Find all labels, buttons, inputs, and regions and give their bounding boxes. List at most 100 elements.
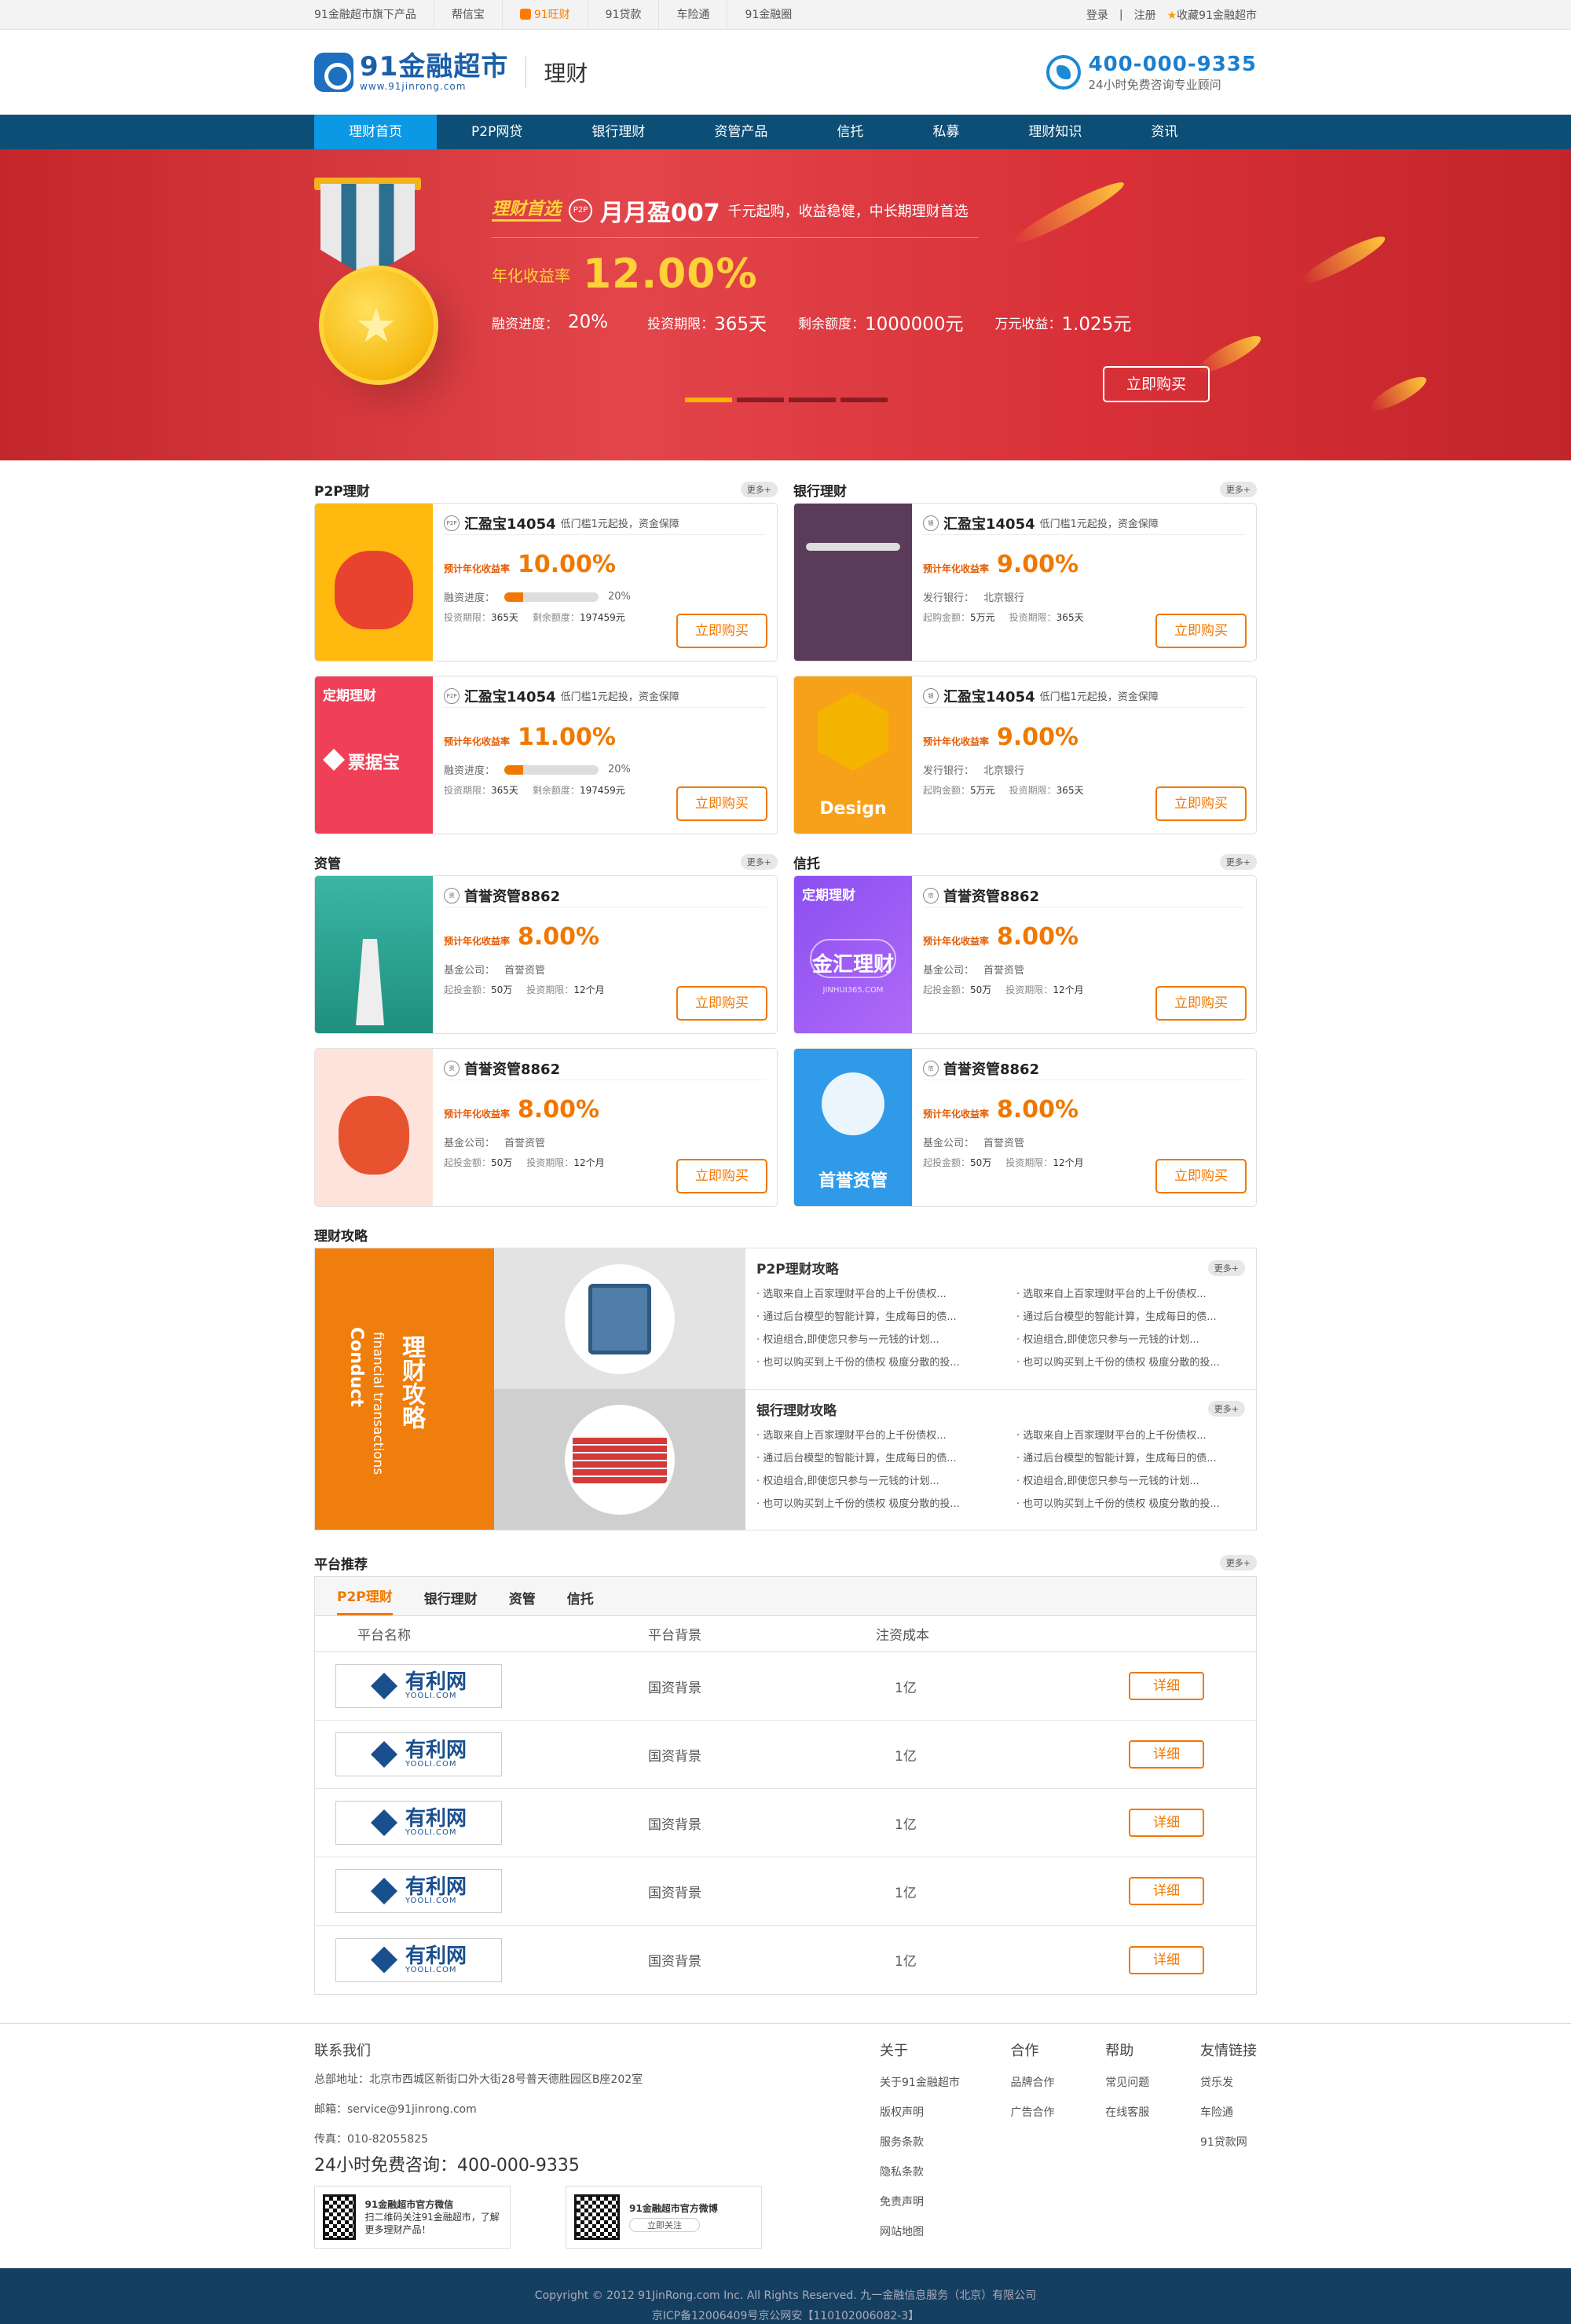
strategy-item-link[interactable]: · 通过后台模型的智能计算，生成每日的债... — [1016, 1450, 1245, 1464]
nav-item-knowledge[interactable]: 理财知识 — [994, 115, 1116, 149]
register-link[interactable]: 注册 — [1134, 7, 1156, 23]
carousel-dot[interactable] — [789, 398, 836, 402]
more-button[interactable]: 更多+ — [1219, 1555, 1257, 1571]
nav-item-p2p[interactable]: P2P网贷 — [437, 115, 557, 149]
tab-asset[interactable]: 资管 — [509, 1588, 536, 1615]
buy-button[interactable]: 立即购买 — [1155, 786, 1247, 821]
product-link-wangcai[interactable]: 91旺财 — [501, 0, 588, 30]
buy-button[interactable]: 立即购买 — [676, 986, 767, 1021]
buy-button[interactable]: 立即购买 — [1155, 1159, 1247, 1193]
site-logo[interactable]: 91金融超市 www.91jinrong.com 理财 — [314, 53, 588, 92]
nav-item-asset[interactable]: 资管产品 — [679, 115, 802, 149]
strategy-item-link[interactable]: · 通过后台模型的智能计算，生成每日的债... — [1016, 1308, 1245, 1323]
buy-button[interactable]: 立即购买 — [1155, 986, 1247, 1021]
more-button[interactable]: 更多+ — [1207, 1259, 1245, 1276]
footer-link[interactable]: 隐私条款 — [880, 2164, 960, 2179]
banner-product-name[interactable]: 月月盈007 — [600, 193, 720, 228]
strategy-item-link[interactable]: · 选取来自上百家理财平台的上千份债权... — [1016, 1285, 1245, 1300]
footer-link[interactable]: 91贷款网 — [1200, 2134, 1257, 2150]
product-card[interactable]: 银汇盈宝14054 低门槛1元起投，资金保障 预计年化收益率 9.00% 发行银行： 北京… — [793, 503, 1257, 662]
more-button[interactable]: 更多+ — [1219, 482, 1257, 497]
buy-button[interactable]: 立即购买 — [1155, 614, 1247, 648]
footer-link[interactable]: 贷乐发 — [1200, 2074, 1257, 2090]
strategy-item-link[interactable]: · 也可以购买到上千份的债权 极度分散的投... — [1016, 1495, 1245, 1510]
product-name[interactable]: 汇盈宝14054 — [943, 686, 1035, 706]
footer-link[interactable]: 车险通 — [1200, 2104, 1257, 2120]
product-name[interactable]: 首誉资管8862 — [464, 885, 560, 906]
detail-button[interactable]: 详细 — [1129, 1809, 1204, 1837]
strategy-item-link[interactable]: · 选取来自上百家理财平台的上千份债权... — [756, 1285, 985, 1300]
carousel-dot[interactable] — [737, 398, 784, 402]
detail-button[interactable]: 详细 — [1129, 1672, 1204, 1700]
product-name[interactable]: 汇盈宝14054 — [464, 686, 556, 706]
detail-button[interactable]: 详细 — [1129, 1740, 1204, 1769]
product-link-chexian[interactable]: 车险通 — [658, 0, 727, 30]
product-link-daikuan[interactable]: 91贷款 — [587, 0, 659, 30]
more-button[interactable]: 更多+ — [740, 854, 778, 870]
product-name[interactable]: 汇盈宝14054 — [464, 513, 556, 533]
platform-logo[interactable]: 有利网 YOOLI.COM — [335, 1664, 502, 1708]
strategy-item-link[interactable]: · 选取来自上百家理财平台的上千份债权... — [1016, 1427, 1245, 1442]
strategy-item-link[interactable]: · 权迫组合,即使您只参与一元钱的计划... — [756, 1472, 985, 1487]
detail-button[interactable]: 详细 — [1129, 1945, 1204, 1974]
platform-logo[interactable]: 有利网 YOOLI.COM — [335, 1869, 502, 1913]
strategy-item-link[interactable]: · 通过后台模型的智能计算，生成每日的债... — [756, 1308, 985, 1323]
product-link-jinrongquan[interactable]: 91金融圈 — [727, 0, 809, 30]
product-card[interactable]: 首誉资管信首誉资管8862 预计年化收益率 8.00% 基金公司： 首誉资管 起投金额：5… — [793, 1048, 1257, 1207]
strategy-item-link[interactable]: · 权迫组合,即使您只参与一元钱的计划... — [1016, 1331, 1245, 1346]
tab-bank[interactable]: 银行理财 — [424, 1588, 478, 1615]
nav-item-trust[interactable]: 信托 — [802, 115, 898, 149]
product-link-bangxinbao[interactable]: 帮信宝 — [433, 0, 502, 30]
footer-link[interactable]: 关于91金融超市 — [880, 2074, 960, 2090]
footer-link[interactable]: 品牌合作 — [1011, 2074, 1055, 2090]
strategy-item-link[interactable]: · 也可以购买到上千份的债权 极度分散的投... — [1016, 1354, 1245, 1369]
footer-link[interactable]: 网站地图 — [880, 2223, 960, 2239]
product-card[interactable]: Design 银汇盈宝14054 低门槛1元起投，资金保障 预计年化收益率 9.00% 发… — [793, 676, 1257, 834]
product-name[interactable]: 首誉资管8862 — [464, 1058, 560, 1079]
strategy-item-link[interactable]: · 也可以购买到上千份的债权 极度分散的投... — [756, 1354, 985, 1369]
more-button[interactable]: 更多+ — [1207, 1401, 1245, 1417]
footer-link[interactable]: 免责声明 — [880, 2194, 960, 2209]
nav-item-home[interactable]: 理财首页 — [314, 115, 437, 149]
carousel-dot[interactable] — [685, 398, 732, 402]
nav-item-bank[interactable]: 银行理财 — [557, 115, 679, 149]
strategy-item-link[interactable]: · 通过后台模型的智能计算，生成每日的债... — [756, 1450, 985, 1464]
more-button[interactable]: 更多+ — [740, 482, 778, 497]
hero-banner[interactable]: ★ 理财首选 P2P 月月盈007 千元起购，收益稳健，中长期理财首选 年化收益… — [0, 149, 1571, 460]
banner-buy-button[interactable]: 立即购买 — [1103, 366, 1210, 402]
product-name[interactable]: 汇盈宝14054 — [943, 513, 1035, 533]
buy-button[interactable]: 立即购买 — [676, 1159, 767, 1193]
buy-button[interactable]: 立即购买 — [676, 786, 767, 821]
strategy-item-link[interactable]: · 选取来自上百家理财平台的上千份债权... — [756, 1427, 985, 1442]
product-card[interactable]: P2P 汇盈宝14054 低门槛1元起投，资金保障 预计年化收益率 10.00% 融资进度… — [314, 503, 778, 662]
product-name[interactable]: 首誉资管8862 — [943, 1058, 1039, 1079]
login-link[interactable]: 登录 — [1086, 7, 1108, 23]
strategy-item-link[interactable]: · 也可以购买到上千份的债权 极度分散的投... — [756, 1495, 985, 1510]
footer-link[interactable]: 版权声明 — [880, 2104, 960, 2120]
tab-p2p[interactable]: P2P理财 — [337, 1585, 393, 1615]
product-card[interactable]: 定期理财 票据宝 P2P 汇盈宝14054 低门槛1元起投，资金保障 预计年化收益率 11.… — [314, 676, 778, 834]
product-card[interactable]: 资首誉资管8862 预计年化收益率 8.00% 基金公司： 首誉资管 起投金额：50万 投资… — [314, 875, 778, 1034]
footer-link[interactable]: 广告合作 — [1011, 2104, 1055, 2120]
nav-item-private[interactable]: 私募 — [898, 115, 994, 149]
platform-logo[interactable]: 有利网 YOOLI.COM — [335, 1732, 502, 1776]
platform-logo[interactable]: 有利网 YOOLI.COM — [335, 1937, 502, 1982]
weibo-follow-button[interactable]: 立即关注 — [629, 2218, 700, 2232]
footer-link[interactable]: 服务条款 — [880, 2134, 960, 2150]
footer-link[interactable]: 常见问题 — [1105, 2074, 1149, 2090]
strategy-item-link[interactable]: · 权迫组合,即使您只参与一元钱的计划... — [756, 1331, 985, 1346]
buy-button[interactable]: 立即购买 — [676, 614, 767, 648]
product-card[interactable]: 定期理财 金汇理财 JINHUI365.COM 信首誉资管8862 预计年化收益率 8.0… — [793, 875, 1257, 1034]
nav-item-news[interactable]: 资讯 — [1116, 115, 1212, 149]
footer-link[interactable]: 在线客服 — [1105, 2104, 1149, 2120]
strategy-item-link[interactable]: · 权迫组合,即使您只参与一元钱的计划... — [1016, 1472, 1245, 1487]
platform-logo[interactable]: 有利网 YOOLI.COM — [335, 1801, 502, 1845]
more-button[interactable]: 更多+ — [1219, 854, 1257, 870]
favorite-link[interactable]: ★收藏91金融超市 — [1167, 7, 1257, 23]
section-title: 信托 — [793, 856, 820, 872]
carousel-dot[interactable] — [840, 398, 888, 402]
detail-button[interactable]: 详细 — [1129, 1877, 1204, 1905]
tab-trust[interactable]: 信托 — [567, 1588, 594, 1615]
product-card[interactable]: 资首誉资管8862 预计年化收益率 8.00% 基金公司： 首誉资管 起投金额：50万 投资… — [314, 1048, 778, 1207]
product-name[interactable]: 首誉资管8862 — [943, 885, 1039, 906]
